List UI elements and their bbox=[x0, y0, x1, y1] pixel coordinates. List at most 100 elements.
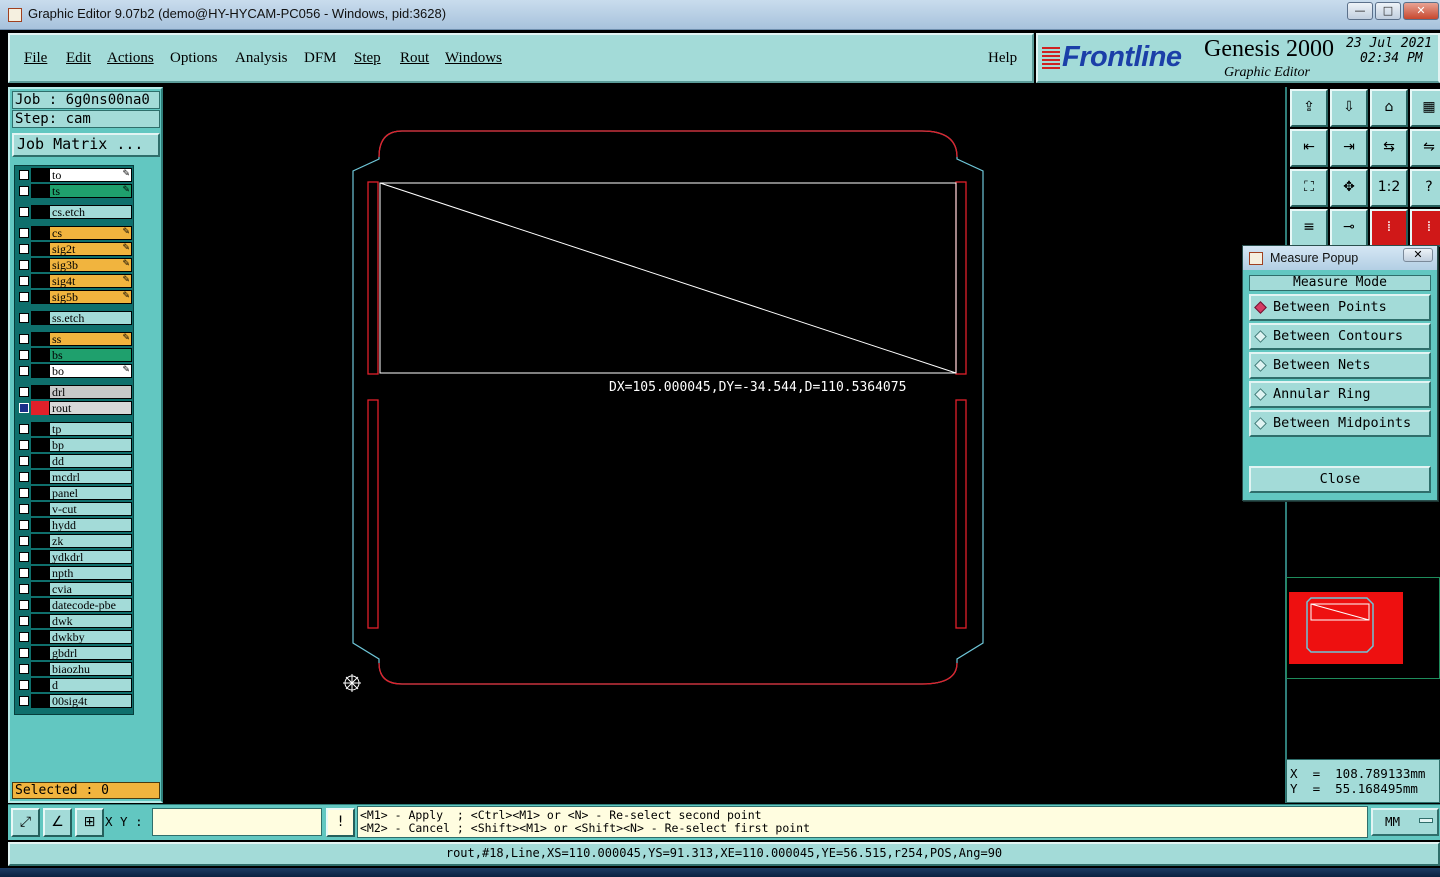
layer-checkbox[interactable] bbox=[19, 207, 29, 217]
layer-display-swatch[interactable] bbox=[31, 502, 49, 516]
popup-close-icon[interactable]: ✕ bbox=[1403, 248, 1433, 262]
layer-display-swatch[interactable] bbox=[31, 486, 49, 500]
layer-display-swatch[interactable] bbox=[31, 168, 49, 182]
fit-icon[interactable]: ⛶ bbox=[1290, 169, 1328, 207]
layer-checkbox[interactable] bbox=[19, 292, 29, 302]
layer-checkbox[interactable] bbox=[19, 244, 29, 254]
xy-input[interactable] bbox=[152, 808, 322, 836]
layer-checkbox[interactable] bbox=[19, 488, 29, 498]
layer-display-swatch[interactable] bbox=[31, 438, 49, 452]
layer-display-swatch[interactable] bbox=[31, 662, 49, 676]
layer-checkbox[interactable] bbox=[19, 228, 29, 238]
layer-checkbox[interactable] bbox=[19, 680, 29, 690]
home-icon[interactable]: ⌂ bbox=[1370, 89, 1408, 127]
layer-row[interactable]: biaozhu bbox=[17, 662, 133, 676]
units-toggle[interactable]: MM bbox=[1371, 808, 1439, 836]
layer-display-swatch[interactable] bbox=[31, 470, 49, 484]
layer-row[interactable]: panel bbox=[17, 486, 133, 500]
graphics-canvas[interactable] bbox=[165, 87, 1283, 803]
layer-checkbox[interactable] bbox=[19, 664, 29, 674]
layer-display-swatch[interactable] bbox=[31, 454, 49, 468]
window-icon[interactable]: ▦ bbox=[1410, 89, 1440, 127]
swap-icon[interactable]: ⇋ bbox=[1410, 129, 1440, 167]
menu-file[interactable]: File bbox=[24, 50, 47, 67]
flip-icon[interactable]: ⇆ bbox=[1370, 129, 1408, 167]
layer-display-swatch[interactable] bbox=[31, 582, 49, 596]
layer-display-swatch[interactable] bbox=[31, 566, 49, 580]
menu-windows[interactable]: Windows bbox=[445, 50, 502, 67]
close-window-button[interactable]: ✕ bbox=[1403, 2, 1439, 20]
layer-checkbox[interactable] bbox=[19, 552, 29, 562]
layer-row[interactable]: bo ✎ bbox=[17, 364, 133, 378]
help-icon[interactable]: ? bbox=[1410, 169, 1440, 207]
menu-help[interactable]: Help bbox=[988, 50, 1017, 67]
layer-row[interactable]: to ✎ bbox=[17, 168, 133, 182]
layer-display-swatch[interactable] bbox=[31, 184, 49, 198]
layer-checkbox[interactable] bbox=[19, 568, 29, 578]
layer-display-swatch[interactable] bbox=[31, 258, 49, 272]
layer-display-swatch[interactable] bbox=[31, 630, 49, 644]
layer-checkbox[interactable] bbox=[19, 632, 29, 642]
menu-dfm[interactable]: DFM bbox=[304, 50, 337, 67]
layer-row[interactable]: ss ✎ bbox=[17, 332, 133, 346]
menu-actions[interactable]: Actions bbox=[107, 50, 154, 67]
layer-checkbox[interactable] bbox=[19, 334, 29, 344]
layer-checkbox[interactable] bbox=[19, 276, 29, 286]
measure-mode-option[interactable]: Between Contours bbox=[1249, 323, 1431, 350]
layer-row[interactable]: tp bbox=[17, 422, 133, 436]
layer-row[interactable]: ydkdrl bbox=[17, 550, 133, 564]
layer-row[interactable]: cs ✎ bbox=[17, 226, 133, 240]
layer-row[interactable]: v-cut bbox=[17, 502, 133, 516]
layer-row[interactable]: ss.etch bbox=[17, 311, 133, 325]
layer-display-swatch[interactable] bbox=[31, 348, 49, 362]
layer-row[interactable]: gbdrl bbox=[17, 646, 133, 660]
layer-row[interactable]: datecode-pbe bbox=[17, 598, 133, 612]
layer-display-swatch[interactable] bbox=[31, 332, 49, 346]
layer-row[interactable]: drl bbox=[17, 385, 133, 399]
layer-display-swatch[interactable] bbox=[31, 226, 49, 240]
layer-display-swatch[interactable] bbox=[31, 205, 49, 219]
menu-step[interactable]: Step bbox=[354, 50, 381, 67]
layer-display-swatch[interactable] bbox=[31, 518, 49, 532]
zoom-back-icon[interactable]: ⇩ bbox=[1330, 89, 1368, 127]
alert-icon[interactable]: ! bbox=[326, 808, 355, 837]
snap-icon[interactable]: ≡ bbox=[1290, 209, 1328, 247]
net2-icon[interactable]: ⁞ bbox=[1410, 209, 1440, 247]
layer-checkbox[interactable] bbox=[19, 520, 29, 530]
layer-checkbox[interactable] bbox=[19, 186, 29, 196]
pan-right-icon[interactable]: ⇥ bbox=[1330, 129, 1368, 167]
layer-checkbox[interactable] bbox=[19, 260, 29, 270]
zoom-home-icon[interactable]: ⇪ bbox=[1290, 89, 1328, 127]
scale-1-2-icon[interactable]: 1:2 bbox=[1370, 169, 1408, 207]
layer-display-swatch[interactable] bbox=[31, 678, 49, 692]
layer-display-swatch[interactable] bbox=[31, 385, 49, 399]
layer-checkbox[interactable] bbox=[19, 313, 29, 323]
layer-checkbox[interactable] bbox=[19, 616, 29, 626]
layer-display-swatch[interactable] bbox=[31, 598, 49, 612]
layer-row[interactable]: cvia bbox=[17, 582, 133, 596]
layer-checkbox[interactable] bbox=[19, 696, 29, 706]
layer-checkbox[interactable] bbox=[19, 387, 29, 397]
layer-row[interactable]: hydd bbox=[17, 518, 133, 532]
job-matrix-button[interactable]: Job Matrix ... bbox=[12, 133, 160, 157]
layer-list[interactable]: to ✎ ts ✎ cs.etch cs ✎ sig2t ✎ sig3b ✎ sig4t ✎ sig5b ✎… bbox=[14, 165, 134, 715]
layer-display-swatch[interactable] bbox=[31, 550, 49, 564]
layer-row[interactable]: npth bbox=[17, 566, 133, 580]
layer-checkbox[interactable] bbox=[19, 584, 29, 594]
layer-row[interactable]: 00sig4t bbox=[17, 694, 133, 708]
minimize-button[interactable]: — bbox=[1347, 2, 1373, 20]
layer-display-swatch[interactable] bbox=[31, 534, 49, 548]
layer-checkbox[interactable] bbox=[19, 350, 29, 360]
layer-display-swatch[interactable] bbox=[31, 694, 49, 708]
layer-row[interactable]: dd bbox=[17, 454, 133, 468]
overview-map[interactable] bbox=[1286, 577, 1440, 679]
layer-checkbox[interactable] bbox=[19, 456, 29, 466]
layer-display-swatch[interactable] bbox=[31, 401, 49, 415]
measure-mode-option[interactable]: Annular Ring bbox=[1249, 381, 1431, 408]
layer-row[interactable]: dwk bbox=[17, 614, 133, 628]
layer-row[interactable]: sig4t ✎ bbox=[17, 274, 133, 288]
layer-checkbox[interactable] bbox=[19, 403, 29, 413]
layer-row[interactable]: cs.etch bbox=[17, 205, 133, 219]
layer-row[interactable]: bs bbox=[17, 348, 133, 362]
net-icon[interactable]: ⁞ bbox=[1370, 209, 1408, 247]
